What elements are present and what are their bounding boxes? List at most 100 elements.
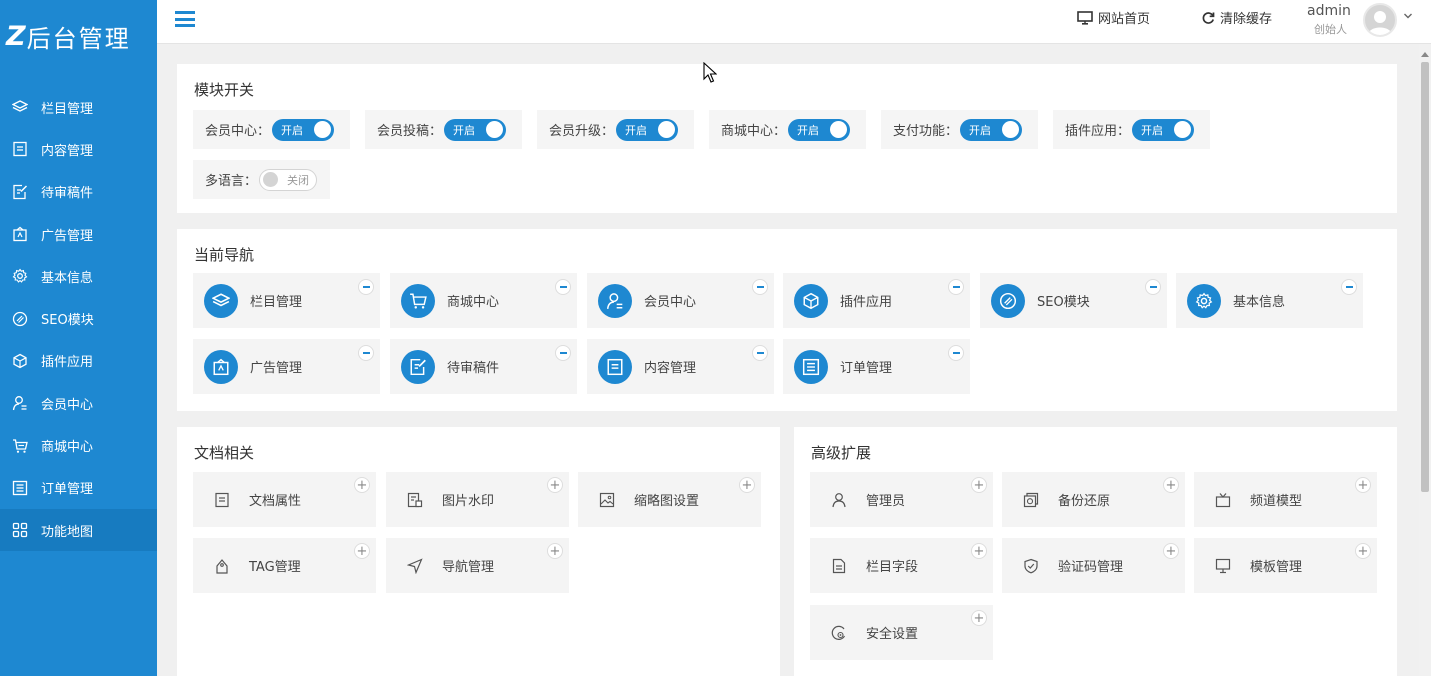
switch-label: 会员中心： [205, 124, 271, 139]
remove-nav-button[interactable] [752, 279, 768, 295]
remove-nav-button[interactable] [358, 345, 374, 361]
sidebar-item-members[interactable]: 会员中心 [0, 382, 157, 424]
nav-card-content[interactable]: 内容管理 [587, 339, 774, 394]
sidebar-item-label: 待审稿件 [41, 186, 94, 202]
clear-cache-link[interactable]: 清除缓存 [1201, 8, 1272, 27]
add-nav-button[interactable]: + [739, 477, 755, 493]
ad-icon [12, 226, 28, 242]
sidebar-item-label: 插件应用 [41, 355, 94, 371]
docs-panel: 文档相关 文档属性 + 图片水印 + 缩略图设置 + TAG管理 + 导航管理 … [177, 427, 780, 676]
sidebar-item-seo[interactable]: SEO模块 [0, 297, 157, 339]
user-icon [598, 283, 632, 318]
sidebar-item-label: 商城中心 [41, 440, 94, 456]
sidebar-item-label: 栏目管理 [41, 101, 94, 117]
toggle-switch[interactable]: 开启 [616, 118, 679, 141]
ext-card-label: 缩略图设置 [634, 494, 700, 509]
add-nav-button[interactable]: + [971, 610, 987, 626]
monitor-icon [1214, 557, 1232, 575]
user-name[interactable]: admin [1307, 3, 1351, 19]
nav-card-column[interactable]: 栏目管理 [193, 273, 380, 328]
ext-card-admin[interactable]: 管理员 + [810, 472, 993, 527]
nav-card-shop[interactable]: 商城中心 [390, 273, 577, 328]
remove-nav-button[interactable] [358, 279, 374, 295]
sidebar-item-shop[interactable]: 商城中心 [0, 424, 157, 466]
remove-nav-button[interactable] [555, 279, 571, 295]
sidebar-item-pending[interactable]: 待审稿件 [0, 171, 157, 213]
nav-card-pending[interactable]: 待审稿件 [390, 339, 577, 394]
ext-card-label: 模板管理 [1250, 560, 1303, 575]
sidebar-item-plugins[interactable]: 插件应用 [0, 340, 157, 382]
sidebar-item-label: 基本信息 [41, 270, 94, 286]
nav-card-ads[interactable]: 广告管理 [193, 339, 380, 394]
nav-card-label: 待审稿件 [447, 361, 500, 376]
ext-card-watermark[interactable]: 图片水印 + [386, 472, 569, 527]
toggle-switch[interactable]: 关闭 [259, 168, 318, 191]
sidebar-item-label: 订单管理 [41, 482, 94, 498]
ext-card-security[interactable]: 安全设置 + [810, 605, 993, 660]
image-icon [598, 491, 616, 509]
add-nav-button[interactable]: + [1355, 477, 1371, 493]
ext-card-thumbnail[interactable]: 缩略图设置 + [578, 472, 761, 527]
ext-card-backup[interactable]: 备份还原 + [1002, 472, 1185, 527]
add-nav-button[interactable]: + [354, 543, 370, 559]
remove-nav-button[interactable] [948, 345, 964, 361]
toggle-switch[interactable]: 开启 [1132, 118, 1195, 141]
add-nav-button[interactable]: + [1163, 477, 1179, 493]
sidebar: Z 后台管理 栏目管理 内容管理 待审稿件 广告管理 基本信息 SEO模块 插件… [0, 0, 157, 676]
nav-card-basic-info[interactable]: 基本信息 [1176, 273, 1363, 328]
toggle-switch[interactable]: 开启 [788, 118, 851, 141]
sidebar-item-ads[interactable]: 广告管理 [0, 213, 157, 255]
toggle-switch[interactable]: 开启 [960, 118, 1023, 141]
avatar[interactable] [1363, 3, 1397, 37]
ext-card-column-field[interactable]: 栏目字段 + [810, 538, 993, 593]
add-nav-button[interactable]: + [547, 543, 563, 559]
ext-card-channel-model[interactable]: 频道模型 + [1194, 472, 1377, 527]
remove-nav-button[interactable] [752, 345, 768, 361]
ext-card-doc-attr[interactable]: 文档属性 + [193, 472, 376, 527]
ad-icon [204, 349, 238, 384]
sidebar-item-basic-info[interactable]: 基本信息 [0, 255, 157, 297]
scrollbar-thumb[interactable] [1421, 62, 1429, 492]
switch-member-center: 会员中心： 开启 [193, 110, 350, 149]
remove-nav-button[interactable] [1341, 279, 1357, 295]
nav-card-plugins[interactable]: 插件应用 [783, 273, 970, 328]
topbar: 网站首页 清除缓存 admin 创始人 [157, 0, 1431, 44]
toggle-switch[interactable]: 开启 [444, 118, 507, 141]
sidebar-item-content[interactable]: 内容管理 [0, 128, 157, 170]
sidebar-item-orders[interactable]: 订单管理 [0, 467, 157, 509]
sidebar-item-label: SEO模块 [41, 313, 94, 329]
add-nav-button[interactable]: + [547, 477, 563, 493]
add-nav-button[interactable]: + [971, 477, 987, 493]
toggle-switch[interactable]: 开启 [272, 118, 335, 141]
ext-card-label: TAG管理 [249, 560, 301, 575]
shield-check-icon [1022, 557, 1040, 575]
sidebar-item-function-map[interactable]: 功能地图 [0, 508, 157, 552]
remove-nav-button[interactable] [555, 345, 571, 361]
ext-card-navigation[interactable]: 导航管理 + [386, 538, 569, 593]
nav-card-seo[interactable]: SEO模块 [980, 273, 1167, 328]
switch-member-upgrade: 会员升级： 开启 [537, 110, 694, 149]
toggle-state: 关闭 [287, 173, 310, 187]
ext-card-template[interactable]: 模板管理 + [1194, 538, 1377, 593]
add-nav-button[interactable]: + [1355, 543, 1371, 559]
remove-nav-button[interactable] [948, 279, 964, 295]
sidebar-menu: 栏目管理 内容管理 待审稿件 广告管理 基本信息 SEO模块 插件应用 会员中心… [0, 86, 157, 552]
nav-card-members[interactable]: 会员中心 [587, 273, 774, 328]
sidebar-item-column[interactable]: 栏目管理 [0, 86, 157, 128]
ext-card-captcha[interactable]: 验证码管理 + [1002, 538, 1185, 593]
ext-card-tag[interactable]: TAG管理 + [193, 538, 376, 593]
security-icon [830, 624, 848, 642]
site-home-link[interactable]: 网站首页 [1077, 8, 1150, 27]
scroll-up-arrow-icon[interactable] [1421, 52, 1429, 57]
scrollbar[interactable] [1419, 44, 1431, 676]
chevron-down-icon[interactable] [1403, 12, 1413, 20]
remove-nav-button[interactable] [1145, 279, 1161, 295]
switch-label: 商城中心： [721, 124, 787, 139]
menu-toggle-icon[interactable] [175, 11, 195, 27]
add-nav-button[interactable]: + [1163, 543, 1179, 559]
add-nav-button[interactable]: + [354, 477, 370, 493]
add-nav-button[interactable]: + [971, 543, 987, 559]
nav-card-label: 订单管理 [840, 361, 893, 376]
nav-card-orders[interactable]: 订单管理 [783, 339, 970, 394]
field-icon [830, 557, 848, 575]
